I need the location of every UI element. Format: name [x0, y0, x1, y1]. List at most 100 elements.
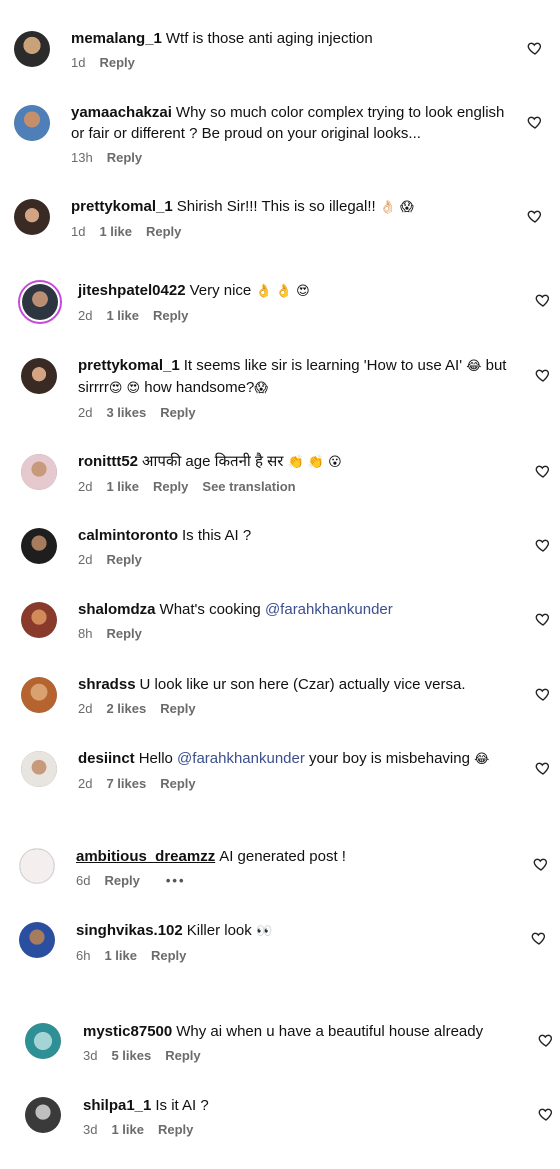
heart-icon[interactable]	[527, 40, 543, 56]
heart-icon[interactable]	[535, 367, 551, 383]
avatar[interactable]	[25, 1097, 61, 1133]
comment-time: 2d	[78, 479, 93, 494]
comment-time: 13h	[71, 150, 93, 165]
comment-time: 3d	[83, 1048, 98, 1063]
comment-username[interactable]: prettykomal_1	[71, 198, 173, 215]
comment-username[interactable]: calmintoronto	[78, 527, 178, 544]
heart-icon[interactable]	[535, 611, 551, 627]
heart-icon[interactable]	[533, 856, 549, 872]
like-count[interactable]: 1 like	[106, 479, 139, 494]
heart-icon[interactable]	[527, 114, 543, 130]
comment-username[interactable]: jiteshpatel0422	[78, 282, 186, 299]
comment-text: Killer look	[186, 922, 252, 939]
comment-text: Shirish Sir!!! This is so illegal!!	[176, 198, 376, 215]
reply-button[interactable]: Reply	[165, 1048, 200, 1063]
like-count[interactable]: 3 likes	[106, 405, 146, 420]
reply-button[interactable]: Reply	[158, 1122, 193, 1137]
comment-time: 2d	[78, 308, 93, 323]
comment-text-cont: your boy is misbehaving	[309, 750, 470, 767]
comment-emoji: 😂	[466, 359, 482, 374]
comment-text: U look like ur son here (Czar) actually …	[139, 676, 466, 693]
like-count[interactable]: 1 like	[104, 948, 137, 963]
comment-emoji: 👌 👌 😍	[255, 284, 310, 299]
avatar[interactable]	[18, 280, 62, 324]
avatar[interactable]	[19, 848, 55, 884]
avatar[interactable]	[14, 31, 50, 67]
comment-text: It seems like sir is learning 'How to us…	[183, 357, 463, 374]
heart-icon[interactable]	[538, 1106, 554, 1122]
like-count[interactable]: 1 like	[99, 224, 132, 239]
comment-time: 2d	[78, 552, 93, 567]
mention-link[interactable]: @farahkhankunder	[265, 601, 393, 618]
mention-link[interactable]: @farahkhankunder	[177, 750, 305, 767]
comment-emoji: 👀	[255, 924, 273, 939]
heart-icon[interactable]	[535, 760, 551, 776]
avatar[interactable]	[21, 602, 57, 638]
comment-text: Why ai when u have a beautiful house alr…	[176, 1023, 484, 1040]
reply-button[interactable]: Reply	[153, 479, 188, 494]
like-count[interactable]: 1 like	[111, 1122, 144, 1137]
reply-button[interactable]: Reply	[107, 150, 142, 165]
comment-text-cont: how handsome?	[144, 379, 255, 396]
avatar[interactable]	[21, 358, 57, 394]
comment-time: 3d	[83, 1122, 98, 1137]
reply-button[interactable]: Reply	[99, 55, 134, 70]
comment-text: What's cooking	[159, 601, 261, 618]
reply-button[interactable]: Reply	[106, 626, 141, 641]
comment-text: Hello	[138, 750, 173, 767]
like-count[interactable]: 1 like	[106, 308, 139, 323]
like-count[interactable]: 7 likes	[106, 776, 146, 791]
like-count[interactable]: 2 likes	[106, 701, 146, 716]
heart-icon[interactable]	[538, 1032, 554, 1048]
comment-time: 2d	[78, 405, 93, 420]
like-count[interactable]: 5 likes	[111, 1048, 151, 1063]
comment-time: 2d	[78, 776, 93, 791]
comment-time: 8h	[78, 626, 93, 641]
avatar[interactable]	[21, 528, 57, 564]
comment-time: 6h	[76, 948, 91, 963]
comment-text: Very nice	[189, 282, 252, 299]
comment-username[interactable]: shradss	[78, 676, 136, 693]
comment-username[interactable]: desiinct	[78, 750, 135, 767]
reply-button[interactable]: Reply	[106, 552, 141, 567]
comment-username[interactable]: shilpa1_1	[83, 1097, 151, 1114]
see-translation-link[interactable]: See translation	[202, 479, 295, 494]
comment-time: 6d	[76, 873, 91, 888]
reply-button[interactable]: Reply	[146, 224, 181, 239]
heart-icon[interactable]	[535, 537, 551, 553]
avatar[interactable]	[21, 454, 57, 490]
comment-username[interactable]: ronittt52	[78, 453, 138, 470]
comment-emoji: 😍 😍	[108, 381, 141, 396]
comment-username[interactable]: memalang_1	[71, 30, 162, 47]
reply-button[interactable]: Reply	[160, 405, 195, 420]
avatar[interactable]	[21, 751, 57, 787]
comment-emoji: 😱	[254, 381, 268, 396]
reply-button[interactable]: Reply	[151, 948, 186, 963]
comment-text: Is this AI ?	[182, 527, 252, 544]
heart-icon[interactable]	[535, 686, 551, 702]
comment-username[interactable]: ambitious_dreamzz	[76, 848, 215, 865]
reply-button[interactable]: Reply	[104, 873, 139, 888]
reply-button[interactable]: Reply	[160, 701, 195, 716]
heart-icon[interactable]	[531, 930, 547, 946]
comment-username[interactable]: mystic87500	[83, 1023, 172, 1040]
avatar[interactable]	[14, 199, 50, 235]
comment-username[interactable]: yamaachakzai	[71, 104, 172, 121]
reply-button[interactable]: Reply	[153, 308, 188, 323]
heart-icon[interactable]	[535, 292, 551, 308]
more-options-icon[interactable]: •••	[166, 873, 186, 888]
reply-button[interactable]: Reply	[160, 776, 195, 791]
comment-text: Is it AI ?	[155, 1097, 209, 1114]
avatar[interactable]	[14, 105, 50, 141]
avatar[interactable]	[25, 1023, 61, 1059]
avatar[interactable]	[19, 922, 55, 958]
avatar[interactable]	[21, 677, 57, 713]
heart-icon[interactable]	[535, 463, 551, 479]
comment-username[interactable]: singhvikas.102	[76, 922, 183, 939]
heart-icon[interactable]	[527, 208, 543, 224]
comment-text: AI generated post !	[219, 848, 346, 865]
comment-text: आपकी age कितनी है सर	[142, 453, 284, 470]
comment-username[interactable]: prettykomal_1	[78, 357, 180, 374]
comment-time: 1d	[71, 224, 86, 239]
comment-username[interactable]: shalomdza	[78, 601, 156, 618]
